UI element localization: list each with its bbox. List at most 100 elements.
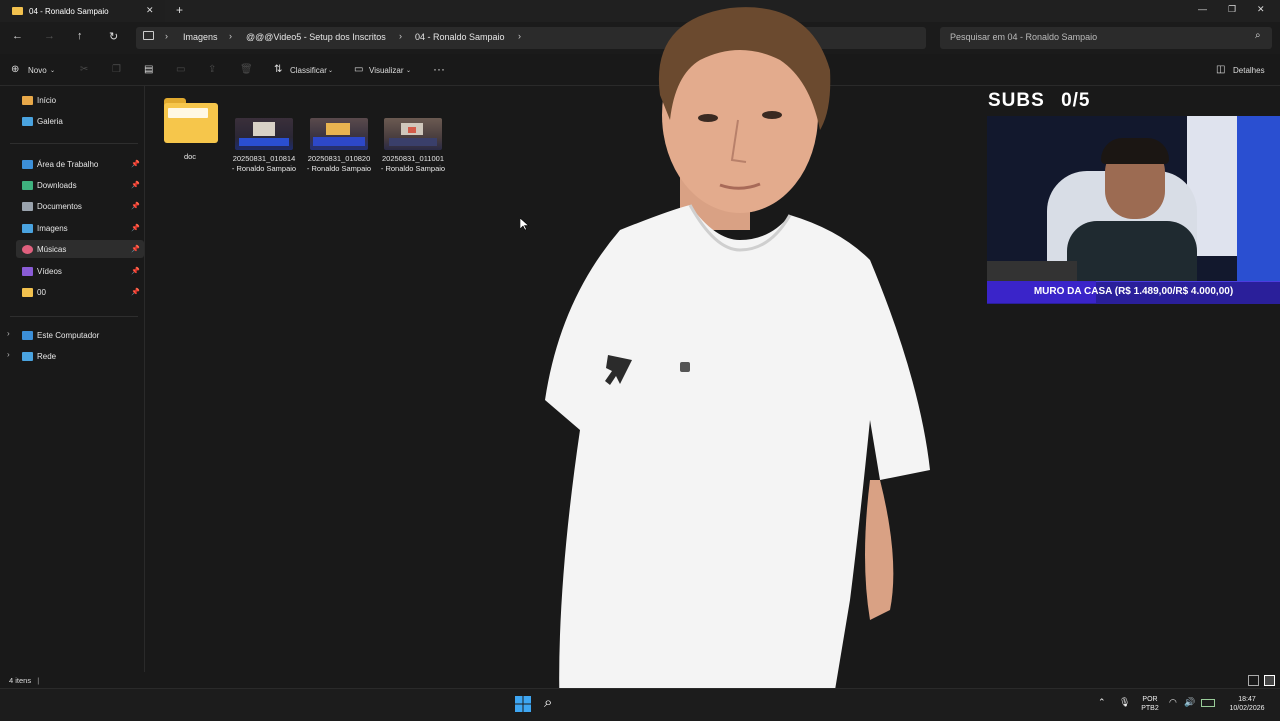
image-thumbnail: [310, 118, 368, 150]
sidebar-item-videos[interactable]: Vídeos 📌: [16, 262, 144, 280]
sidebar-item-downloads[interactable]: Downloads 📌: [16, 176, 144, 194]
file-item-image[interactable]: 20250831_011001 - Ronaldo Sampaio: [380, 118, 446, 174]
sidebar-item-rede[interactable]: Rede: [16, 347, 144, 365]
new-icon: ⊕: [11, 64, 20, 75]
maximize-button[interactable]: ❐: [1228, 4, 1236, 15]
refresh-icon[interactable]: ↻: [109, 30, 118, 43]
streamer-figure: [545, 7, 930, 720]
status-separator: |: [37, 676, 40, 685]
file-item-image[interactable]: 20250831_010820 - Ronaldo Sampaio: [306, 118, 372, 174]
sidebar-item-documentos[interactable]: Documentos 📌: [16, 197, 144, 215]
chevron-right-icon: ›: [229, 31, 232, 41]
pin-icon[interactable]: 📌: [131, 224, 140, 232]
chevron-right-icon: ›: [518, 31, 521, 41]
sidebar-item-musicas[interactable]: Músicas 📌: [16, 240, 144, 258]
tab-title: 04 - Ronaldo Sampaio: [29, 6, 109, 16]
tab-current-folder[interactable]: 04 - Ronaldo Sampaio ✕: [0, 0, 165, 22]
folder-icon: [12, 7, 23, 15]
close-window-button[interactable]: ✕: [1257, 4, 1265, 15]
sidebar-item-label: Rede: [37, 351, 57, 361]
sidebar-item-galeria[interactable]: Galeria: [16, 112, 144, 130]
pin-icon[interactable]: 📌: [131, 181, 140, 189]
file-name: 20250831_010820 - Ronaldo Sampaio: [306, 154, 372, 173]
cut-icon[interactable]: ✂: [80, 64, 88, 75]
rename-icon[interactable]: ▭: [176, 64, 185, 75]
language-indicator[interactable]: POR PTB2: [1138, 695, 1162, 713]
pin-icon[interactable]: 📌: [131, 160, 140, 168]
pin-icon[interactable]: 📌: [131, 245, 140, 253]
sidebar-item-00[interactable]: 00 📌: [16, 283, 144, 301]
music-icon: [22, 244, 33, 254]
show-hidden-icons-icon[interactable]: ⌃: [1098, 697, 1106, 708]
minimize-button[interactable]: —: [1198, 4, 1207, 14]
sidebar-item-label: Início: [37, 95, 57, 105]
file-name: 20250831_010814 - Ronaldo Sampaio: [231, 154, 297, 173]
microphone-icon[interactable]: 🎙: [1119, 697, 1130, 708]
back-arrow-icon[interactable]: ←: [12, 30, 23, 42]
file-item-folder[interactable]: doc: [157, 98, 223, 162]
tiles-view-icon[interactable]: [1264, 675, 1275, 686]
pin-icon[interactable]: 📌: [131, 288, 140, 296]
subs-counter: SUBS 0/5: [988, 90, 1091, 112]
mouse-cursor: [520, 218, 529, 231]
pin-icon[interactable]: 📌: [131, 267, 140, 275]
details-icon: ◫: [1216, 64, 1226, 75]
share-icon[interactable]: ⇪: [208, 64, 216, 75]
language-code: POR: [1142, 696, 1158, 703]
breadcrumb-item[interactable]: Imagens: [183, 32, 218, 42]
forward-arrow-icon[interactable]: →: [44, 30, 55, 42]
monitor-icon: [143, 31, 154, 40]
navigation-pane: [0, 86, 145, 672]
chevron-right-icon: ›: [399, 31, 402, 41]
sidebar-item-label: Área de Trabalho: [37, 159, 99, 169]
view-button[interactable]: Visualizar: [369, 66, 404, 75]
new-button[interactable]: Novo: [28, 66, 47, 75]
sidebar-item-label: 00: [37, 287, 46, 297]
subs-label: SUBS: [988, 90, 1045, 111]
file-name: doc: [183, 152, 197, 161]
search-icon[interactable]: ⌕: [544, 694, 552, 711]
sort-button[interactable]: Classificar: [290, 66, 327, 75]
sidebar-item-area-de-trabalho[interactable]: Área de Trabalho 📌: [16, 155, 144, 173]
details-view-icon[interactable]: [1248, 675, 1259, 686]
view-icon: ▭: [354, 64, 364, 75]
item-count: 4 itens: [9, 676, 32, 685]
battery-icon[interactable]: [1201, 699, 1215, 707]
more-options-button[interactable]: ···: [433, 62, 445, 76]
up-arrow-icon[interactable]: ↑: [77, 30, 83, 42]
clock[interactable]: 18:47 10/02/2026: [1222, 695, 1272, 713]
sidebar-item-label: Documentos: [37, 201, 82, 211]
pin-icon[interactable]: 📌: [131, 202, 140, 210]
sidebar-item-este-computador[interactable]: Este Computador: [16, 326, 144, 344]
sidebar-item-label: Galeria: [37, 116, 63, 126]
sidebar-item-inicio[interactable]: Início: [16, 91, 144, 109]
divider: [10, 316, 138, 317]
sidebar-item-label: Imagens: [37, 223, 68, 233]
windows-start-icon[interactable]: [515, 696, 531, 712]
sidebar-item-imagens[interactable]: Imagens 📌: [16, 219, 144, 237]
paste-icon[interactable]: ▤: [144, 64, 153, 75]
file-item-image[interactable]: 20250831_010814 - Ronaldo Sampaio: [231, 118, 297, 174]
chevron-down-icon: ⌄: [406, 68, 412, 74]
new-tab-button[interactable]: +: [176, 3, 183, 17]
volume-icon[interactable]: 🔊: [1184, 697, 1195, 708]
breadcrumb-item[interactable]: 04 - Ronaldo Sampaio: [415, 32, 505, 42]
copy-icon[interactable]: ❐: [112, 64, 121, 75]
status-bar: 4 itens |: [9, 676, 39, 685]
clock-time: 18:47: [1238, 696, 1256, 703]
goal-bar-text: MURO DA CASA (R$ 1.489,00/R$ 4.000,00): [1033, 286, 1234, 297]
expand-chevron-icon[interactable]: ›: [7, 329, 10, 338]
breadcrumb-item[interactable]: @@@Video5 - Setup dos Inscritos: [246, 32, 386, 42]
documents-icon: [22, 201, 33, 211]
search-icon[interactable]: ⌕: [1255, 30, 1261, 41]
webcam-feed: [987, 116, 1280, 281]
network-icon: [22, 351, 33, 361]
search-placeholder: Pesquisar em 04 - Ronaldo Sampaio: [950, 32, 1098, 42]
close-tab-icon[interactable]: ✕: [146, 5, 154, 16]
subs-count: 0/5: [1061, 90, 1091, 111]
file-name: 20250831_011001 - Ronaldo Sampaio: [380, 154, 446, 173]
details-button[interactable]: Detalhes: [1233, 66, 1265, 75]
expand-chevron-icon[interactable]: ›: [7, 350, 10, 359]
delete-icon[interactable]: 🗑: [240, 64, 253, 75]
wifi-icon[interactable]: ◠: [1169, 697, 1177, 708]
